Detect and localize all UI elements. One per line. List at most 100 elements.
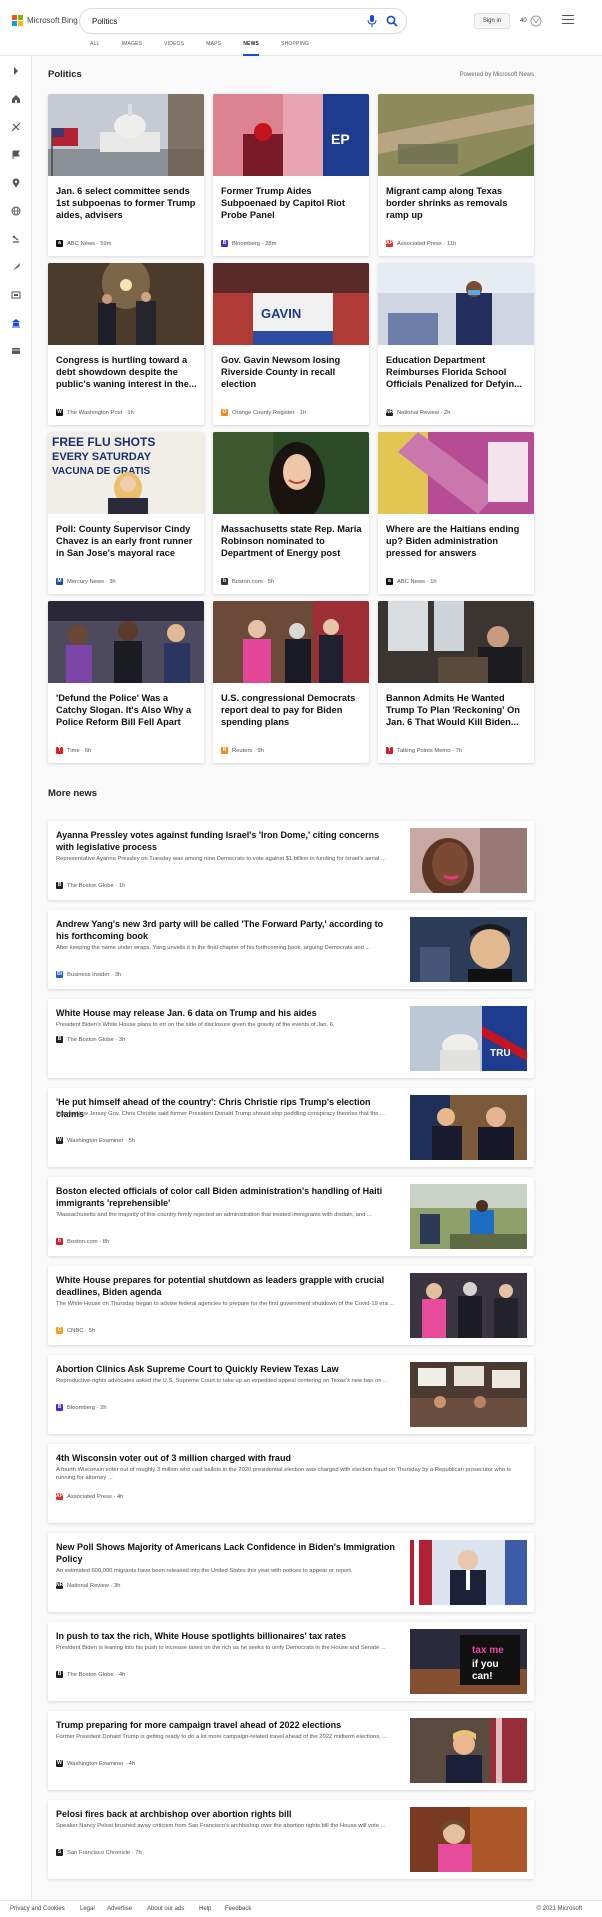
item-title[interactable]: Abortion Clinics Ask Supreme Court to Qu… <box>56 1363 398 1375</box>
more-news-item[interactable]: White House prepares for potential shutd… <box>48 1266 534 1345</box>
biden-podium-photo <box>410 1540 527 1605</box>
card-title[interactable]: U.S. congressional Democrats report deal… <box>221 692 363 728</box>
tab-maps[interactable]: MAPS <box>206 41 221 56</box>
item-title[interactable]: New Poll Shows Majority of Americans Lac… <box>56 1541 398 1565</box>
search-input[interactable] <box>90 14 340 28</box>
sign-in-button[interactable]: Sign in <box>474 13 510 29</box>
card-title[interactable]: Jan. 6 select committee sends 1st subpoe… <box>56 185 198 221</box>
news-card[interactable]: EP Former Trump Aides Subpoenaed by Capi… <box>213 94 369 256</box>
time-ago: 2h <box>100 1404 107 1411</box>
card-title[interactable]: Massachusetts state Rep. Maria Robinson … <box>221 523 363 559</box>
expand-icon[interactable] <box>9 64 23 78</box>
card-title[interactable]: Where are the Haitians ending up? Biden … <box>386 523 528 559</box>
news-card[interactable]: U.S. congressional Democrats report deal… <box>213 601 369 763</box>
item-snippet: Speaker Nancy Pelosi brushed away critic… <box>56 1823 386 1829</box>
publisher-logo-icon: W <box>56 409 63 416</box>
card-title[interactable]: Migrant camp along Texas border shrinks … <box>386 185 528 221</box>
pressley-photo <box>410 828 527 893</box>
tab-news[interactable]: NEWS <box>243 41 259 56</box>
item-source: S San Francisco Chronicle · 7h <box>56 1849 142 1856</box>
publisher-logo-icon: B <box>221 240 228 247</box>
card-title[interactable]: 'Defund the Police' Was a Catchy Slogan.… <box>56 692 198 728</box>
more-news-item[interactable]: Abortion Clinics Ask Supreme Court to Qu… <box>48 1355 534 1434</box>
tab-shopping[interactable]: SHOPPING <box>281 41 309 56</box>
globe-icon[interactable] <box>9 204 23 218</box>
maria-robinson-photo <box>213 432 369 514</box>
time-ago: 28m <box>265 240 277 247</box>
publisher-logo-icon: NR <box>56 1582 64 1589</box>
tab-all[interactable]: ALL <box>90 41 100 56</box>
item-source: C CNBC · 5h <box>56 1327 95 1334</box>
sports-icon[interactable] <box>9 120 23 134</box>
footer-link[interactable]: Legal <box>80 1906 95 1912</box>
source-name: Washington Examiner <box>67 1137 124 1144</box>
more-news-item[interactable]: Ayanna Pressley votes against funding Is… <box>48 821 534 900</box>
footer-link[interactable]: Feedback <box>225 1906 251 1912</box>
footer-link[interactable]: About our ads <box>147 1906 184 1912</box>
entertainment-icon[interactable] <box>9 288 23 302</box>
card-source: a ABC News · 1h <box>386 578 437 585</box>
item-source: B Bloomberg · 2h <box>56 1404 107 1411</box>
more-news-item[interactable]: Pelosi fires back at archbishop over abo… <box>48 1800 534 1879</box>
location-icon[interactable] <box>9 176 23 190</box>
item-title[interactable]: Trump preparing for more campaign travel… <box>56 1719 398 1731</box>
news-card[interactable]: FREE FLU SHOTS EVERY SATURDAY VACUNA DE … <box>48 432 204 594</box>
news-card[interactable]: Congress is hurtling toward a debt showd… <box>48 263 204 425</box>
footer-link[interactable]: Advertise <box>107 1906 132 1912</box>
news-card[interactable]: Bannon Admits He Wanted Trump To Plan 'R… <box>378 601 534 763</box>
news-card[interactable]: Jan. 6 select committee sends 1st subpoe… <box>48 94 204 256</box>
item-snippet: An estimated 600,000 migrants have been … <box>56 1568 353 1574</box>
more-news-item[interactable]: New Poll Shows Majority of Americans Lac… <box>48 1533 534 1612</box>
tab-videos[interactable]: VIDEOS <box>164 41 184 56</box>
section-title: Politics <box>48 69 82 80</box>
publisher-logo-icon: M <box>56 578 63 585</box>
card-title[interactable]: Bannon Admits He Wanted Trump To Plan 'R… <box>386 692 528 728</box>
menu-icon[interactable] <box>562 15 574 25</box>
more-news-item[interactable]: Andrew Yang's new 3rd party will be call… <box>48 910 534 989</box>
microphone-icon[interactable] <box>367 15 377 27</box>
news-card[interactable]: GAVIN Gov. Gavin Newsom losing Riverside… <box>213 263 369 425</box>
more-news-item[interactable]: Boston elected officials of color call B… <box>48 1177 534 1256</box>
card-title[interactable]: Education Department Reimburses Florida … <box>386 354 528 390</box>
news-card[interactable]: Where are the Haitians ending up? Biden … <box>378 432 534 594</box>
item-title[interactable]: Pelosi fires back at archbishop over abo… <box>56 1808 398 1820</box>
item-title[interactable]: White House may release Jan. 6 data on T… <box>56 1007 398 1019</box>
more-news-item[interactable]: Trump preparing for more campaign travel… <box>48 1711 534 1790</box>
search-icon[interactable] <box>386 15 398 27</box>
bing-logo[interactable]: Microsoft Bing <box>12 15 78 26</box>
politics-icon[interactable] <box>9 316 23 330</box>
footer-link[interactable]: Privacy and Cookies <box>10 1906 65 1912</box>
science-icon[interactable] <box>9 260 23 274</box>
card-title[interactable]: Gov. Gavin Newsom losing Riverside Count… <box>221 354 363 390</box>
tab-images[interactable]: IMAGES <box>122 41 143 56</box>
abortion-protest-photo <box>410 1362 527 1427</box>
flag-icon[interactable] <box>9 148 23 162</box>
news-card[interactable]: 'Defund the Police' Was a Catchy Slogan.… <box>48 601 204 763</box>
more-news-item[interactable]: 4th Wisconsin voter out of 3 million cha… <box>48 1444 534 1523</box>
money-icon[interactable] <box>9 232 23 246</box>
item-title[interactable]: In push to tax the rich, White House spo… <box>56 1630 398 1642</box>
news-card[interactable]: Massachusetts state Rep. Maria Robinson … <box>213 432 369 594</box>
item-title[interactable]: White House prepares for potential shutd… <box>56 1274 398 1298</box>
card-title[interactable]: Former Trump Aides Subpoenaed by Capitol… <box>221 185 363 221</box>
more-icon[interactable] <box>9 344 23 358</box>
item-title[interactable]: Boston elected officials of color call B… <box>56 1185 398 1209</box>
footer-link[interactable]: Help <box>199 1906 211 1912</box>
rewards-button[interactable]: 40 <box>520 13 542 29</box>
more-news-item[interactable]: In push to tax the rich, White House spo… <box>48 1622 534 1701</box>
card-source: AP Associated Press · 11h <box>386 240 456 247</box>
item-title[interactable]: Andrew Yang's new 3rd party will be call… <box>56 918 398 942</box>
more-news-item[interactable]: 'He put himself ahead of the country': C… <box>48 1088 534 1167</box>
news-card[interactable]: Migrant camp along Texas border shrinks … <box>378 94 534 256</box>
source-name: Washington Examiner <box>67 1760 124 1767</box>
item-title[interactable]: Ayanna Pressley votes against funding Is… <box>56 829 398 853</box>
source-name: The Boston Globe <box>67 1671 114 1678</box>
card-title[interactable]: Poll: County Supervisor Cindy Chavez is … <box>56 523 198 559</box>
item-title[interactable]: 4th Wisconsin voter out of 3 million cha… <box>56 1452 522 1464</box>
card-source: T Time · 6h <box>56 747 91 754</box>
publisher-logo-icon: NR <box>386 409 394 416</box>
card-title[interactable]: Congress is hurtling toward a debt showd… <box>56 354 198 390</box>
more-news-item[interactable]: White House may release Jan. 6 data on T… <box>48 999 534 1078</box>
news-card[interactable]: Education Department Reimburses Florida … <box>378 263 534 425</box>
home-icon[interactable] <box>9 92 23 106</box>
